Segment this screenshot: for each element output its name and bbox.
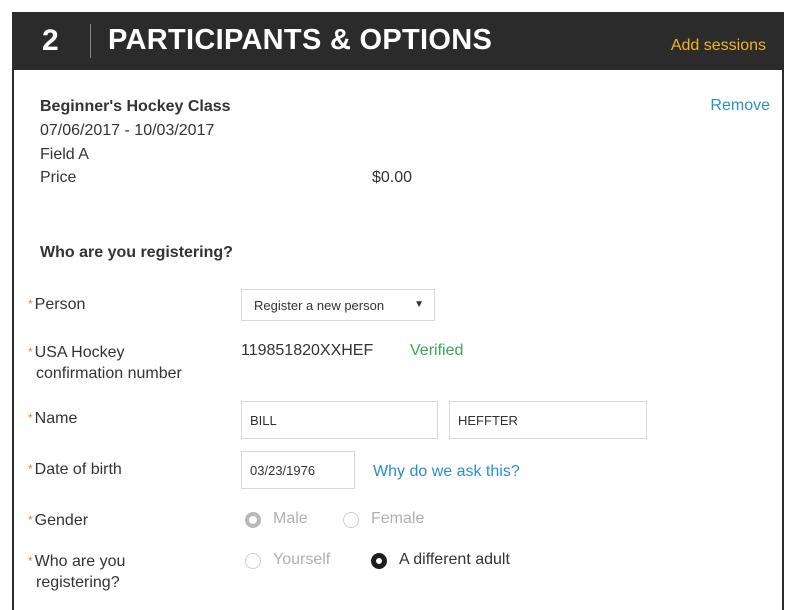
required-marker: * — [28, 345, 33, 359]
remove-link[interactable]: Remove — [710, 97, 770, 115]
section-title: PARTICIPANTS & OPTIONS — [108, 24, 493, 56]
price-value: $0.00 — [372, 169, 413, 186]
different-adult-radio[interactable]: A different adult — [371, 551, 541, 571]
last-name-input[interactable] — [449, 401, 647, 439]
required-marker: * — [28, 411, 33, 425]
name-label: * Name — [28, 410, 78, 427]
required-marker: * — [28, 297, 33, 311]
course-dates: 07/06/2017 - 10/03/2017 — [40, 122, 215, 139]
dob-label: * Date of birth — [28, 461, 122, 478]
required-marker: * — [28, 462, 33, 476]
gender-label: * Gender — [28, 512, 89, 529]
person-select[interactable]: Register a new person ▼ — [241, 289, 435, 321]
dob-input[interactable] — [241, 451, 355, 489]
yourself-radio[interactable]: Yourself — [245, 551, 355, 571]
step-number: 2 — [42, 24, 59, 57]
section-header: 2 PARTICIPANTS & OPTIONS Add sessions — [14, 12, 782, 70]
first-name-input[interactable] — [241, 401, 438, 439]
person-label: * Person — [28, 296, 86, 313]
radio-checked-icon — [371, 553, 387, 569]
add-sessions-link[interactable]: Add sessions — [671, 37, 766, 55]
usa-hockey-label: * USA Hockey confirmation number — [28, 344, 182, 382]
person-select-value: Register a new person — [254, 298, 385, 313]
course-field: Field A — [40, 146, 89, 163]
radio-unchecked-icon — [245, 553, 261, 569]
caret-down-icon: ▼ — [414, 299, 424, 310]
participants-panel: 2 PARTICIPANTS & OPTIONS Add sessions Be… — [12, 12, 784, 610]
who-registering-label: * Who are you registering? — [28, 553, 126, 591]
required-marker: * — [28, 554, 33, 568]
course-name: Beginner's Hockey Class — [40, 98, 231, 115]
gender-male-radio[interactable]: Male — [245, 510, 325, 530]
price-label: Price — [40, 169, 77, 186]
radio-checked-icon — [245, 512, 261, 528]
gender-female-radio[interactable]: Female — [343, 510, 443, 530]
verified-status: Verified — [410, 342, 464, 359]
required-marker: * — [28, 513, 33, 527]
radio-unchecked-icon — [343, 512, 359, 528]
registering-question: Who are you registering? — [40, 244, 233, 261]
why-ask-link[interactable]: Why do we ask this? — [373, 463, 520, 481]
confirmation-number: 119851820XXHEF — [241, 342, 374, 359]
step-divider — [90, 24, 91, 58]
